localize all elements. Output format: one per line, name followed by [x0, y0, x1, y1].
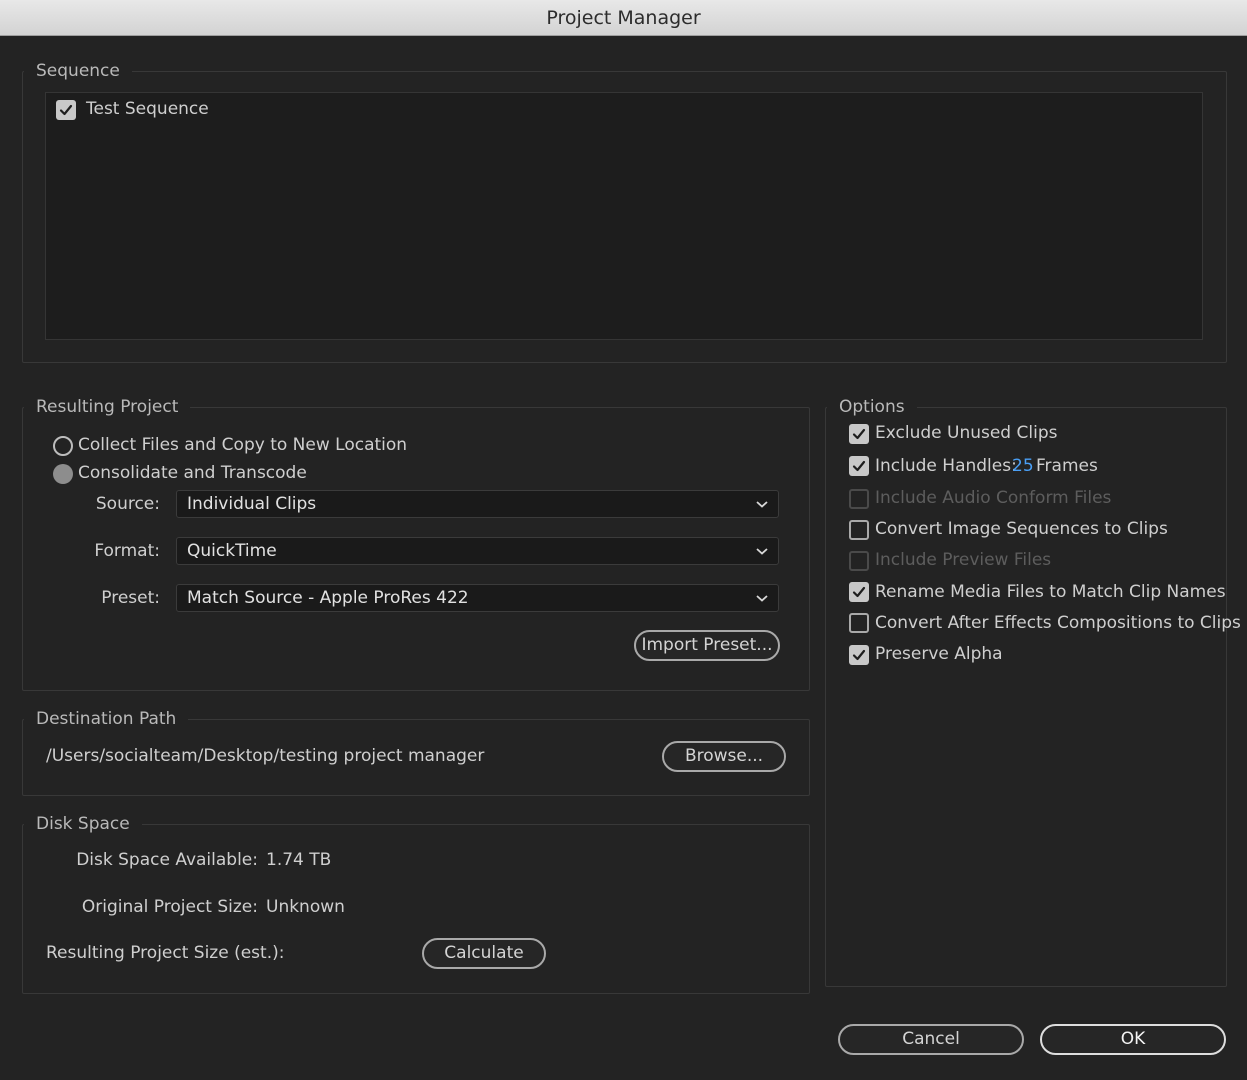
checkmark-icon	[852, 649, 866, 661]
convert-ae-checkbox[interactable]	[849, 613, 869, 633]
consolidate-transcode-label[interactable]: Consolidate and Transcode	[78, 463, 307, 483]
checkmark-icon	[852, 428, 866, 440]
convert-image-sequences-label[interactable]: Convert Image Sequences to Clips	[875, 519, 1168, 539]
preset-label: Preset:	[101, 588, 160, 608]
format-value: QuickTime	[187, 541, 277, 561]
browse-button[interactable]: Browse...	[662, 741, 786, 772]
handles-unit: Frames	[1036, 456, 1098, 476]
include-audio-conform-label: Include Audio Conform Files	[875, 488, 1112, 508]
convert-ae-label[interactable]: Convert After Effects Compositions to Cl…	[875, 613, 1241, 633]
source-dropdown[interactable]: Individual Clips	[176, 490, 779, 518]
ok-button[interactable]: OK	[1040, 1024, 1226, 1055]
disk-space-legend: Disk Space	[24, 814, 142, 834]
options-legend: Options	[827, 397, 917, 417]
test-sequence-checkbox[interactable]	[56, 100, 76, 120]
cancel-button[interactable]: Cancel	[838, 1024, 1024, 1055]
resulting-size-label: Resulting Project Size (est.):	[46, 943, 285, 963]
destination-legend: Destination Path	[24, 709, 189, 729]
sequence-list	[45, 92, 1203, 340]
handles-value[interactable]: 25	[1012, 456, 1034, 476]
source-label: Source:	[95, 494, 160, 514]
preserve-alpha-label[interactable]: Preserve Alpha	[875, 644, 1003, 664]
chevron-down-icon	[756, 595, 768, 602]
exclude-unused-label[interactable]: Exclude Unused Clips	[875, 423, 1057, 443]
test-sequence-label[interactable]: Test Sequence	[86, 99, 209, 119]
import-preset-button[interactable]: Import Preset...	[634, 630, 780, 661]
include-preview-checkbox[interactable]	[849, 551, 869, 571]
original-size-label: Original Project Size:	[81, 897, 258, 917]
collect-files-label[interactable]: Collect Files and Copy to New Location	[78, 435, 407, 455]
format-label: Format:	[94, 541, 160, 561]
original-size-value: Unknown	[266, 897, 345, 917]
format-dropdown[interactable]: QuickTime	[176, 537, 779, 565]
checkmark-icon	[852, 460, 866, 472]
include-handles-label[interactable]: Include Handles:	[875, 456, 1017, 476]
window-title: Project Manager	[0, 0, 1247, 36]
rename-media-label[interactable]: Rename Media Files to Match Clip Names	[875, 582, 1226, 602]
preset-dropdown[interactable]: Match Source - Apple ProRes 422	[176, 584, 779, 612]
resulting-project-legend: Resulting Project	[24, 397, 191, 417]
include-handles-checkbox[interactable]	[849, 456, 869, 476]
convert-image-sequences-checkbox[interactable]	[849, 520, 869, 540]
source-value: Individual Clips	[187, 494, 317, 514]
chevron-down-icon	[756, 548, 768, 555]
consolidate-transcode-radio[interactable]	[53, 464, 73, 484]
sequence-legend: Sequence	[24, 61, 132, 81]
collect-files-radio[interactable]	[53, 436, 73, 456]
chevron-down-icon	[756, 501, 768, 508]
rename-media-checkbox[interactable]	[849, 582, 869, 602]
preset-value: Match Source - Apple ProRes 422	[187, 588, 469, 608]
disk-available-label: Disk Space Available:	[76, 850, 258, 870]
calculate-button[interactable]: Calculate	[422, 938, 546, 969]
preserve-alpha-checkbox[interactable]	[849, 645, 869, 665]
checkmark-icon	[59, 104, 73, 116]
destination-path: /Users/socialteam/Desktop/testing projec…	[46, 746, 485, 766]
disk-available-value: 1.74 TB	[266, 850, 332, 870]
include-preview-label: Include Preview Files	[875, 550, 1052, 570]
checkmark-icon	[852, 586, 866, 598]
include-audio-conform-checkbox[interactable]	[849, 489, 869, 509]
exclude-unused-checkbox[interactable]	[849, 424, 869, 444]
